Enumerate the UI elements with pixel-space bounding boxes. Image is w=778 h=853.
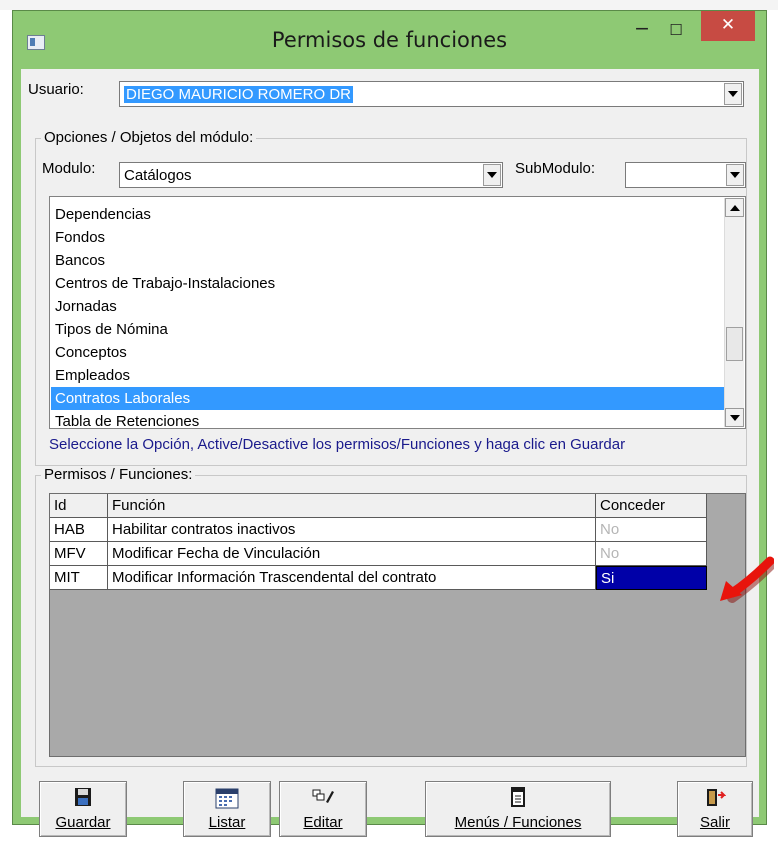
modulo-label: Modulo: [42,160,96,177]
column-header-funcion: Función [108,494,596,518]
list-item[interactable]: Empleados [55,364,130,387]
exit-door-icon [678,787,752,809]
list-item[interactable]: Centros de Trabajo-Instalaciones [55,272,275,295]
submodulo-dropdown-button[interactable] [726,164,744,186]
row-funcion-cell[interactable]: Habilitar contratos inactivos [108,518,596,542]
opciones-group-title: Opciones / Objetos del módulo: [41,129,257,146]
permisos-window: Permisos de funciones ‒ ☐ ✕ Usuario: DIE… [12,10,767,837]
row-id-cell[interactable]: MIT [50,566,108,590]
opciones-listbox[interactable]: Dependencias Fondos Bancos Centros de Tr… [49,196,746,429]
column-header-conceder: Conceder [596,494,707,518]
document-menu-icon [426,787,610,809]
listbox-scrollbar[interactable] [724,198,744,427]
list-item[interactable]: Conceptos [55,341,127,364]
list-item-selected[interactable]: Contratos Laborales [51,387,725,410]
row-funcion-cell[interactable]: Modificar Fecha de Vinculación [108,542,596,566]
edit-pencil-icon [280,787,366,809]
instruction-hint: Seleccione la Opción, Active/Desactive l… [49,436,626,453]
salir-button[interactable]: Salir [677,781,753,837]
window-client-area: Usuario: DIEGO MAURICIO ROMERO DR Opcion… [21,69,759,837]
usuario-value: DIEGO MAURICIO ROMERO DR [124,86,354,103]
listar-label: Listar [208,814,246,831]
modulo-dropdown-button[interactable] [483,164,501,186]
scroll-up-button[interactable] [725,198,744,217]
list-item[interactable]: Dependencias [55,203,151,226]
list-item[interactable]: Tabla de Retenciones [55,410,199,428]
column-header-id: Id [50,494,108,518]
row-id-cell[interactable]: MFV [50,542,108,566]
row-funcion-cell[interactable]: Modificar Información Trascendental del … [108,566,596,590]
submodulo-combo[interactable] [625,162,746,188]
list-item[interactable]: Tipos de Nómina [55,318,168,341]
menus-funciones-button[interactable]: Menús / Funciones [425,781,611,837]
chevron-down-icon [729,414,740,421]
close-button[interactable]: ✕ [701,11,755,41]
minimize-button[interactable]: ‒ [629,18,655,43]
list-item[interactable]: Fondos [55,226,105,249]
row-id-cell[interactable]: HAB [50,518,108,542]
listar-button[interactable]: Listar [183,781,271,837]
modulo-value: Catálogos [124,167,192,184]
scroll-down-button[interactable] [725,408,744,427]
title-bar: Permisos de funciones ‒ ☐ ✕ [13,11,766,69]
permisos-group-title: Permisos / Funciones: [41,466,196,483]
row-conceder-cell-granted[interactable]: Si [596,566,707,590]
usuario-dropdown-button[interactable] [724,83,742,105]
usuario-combo[interactable]: DIEGO MAURICIO ROMERO DR [119,81,744,107]
row-conceder-cell[interactable]: No [596,542,707,566]
floppy-disk-icon [40,787,126,809]
calendar-list-icon [184,787,270,809]
chevron-down-icon [728,91,738,97]
modulo-combo[interactable]: Catálogos [119,162,503,188]
chevron-up-icon [729,204,740,211]
menus-funciones-label: Menús / Funciones [454,814,582,831]
submodulo-label: SubModulo: [515,160,596,177]
list-item[interactable]: Jornadas [55,295,117,318]
guardar-button[interactable]: Guardar [39,781,127,837]
chevron-down-icon [487,172,497,178]
chevron-down-icon [730,172,740,178]
salir-label: Salir [699,814,730,831]
row-conceder-cell[interactable]: No [596,518,707,542]
background-strip [0,0,778,10]
permisos-grid: Id Función Conceder HAB Habilitar contra… [49,493,746,757]
scroll-thumb[interactable] [726,327,743,361]
editar-label: Editar [303,814,343,831]
usuario-label: Usuario: [28,81,84,98]
editar-button[interactable]: Editar [279,781,367,837]
list-item[interactable]: Bancos [55,249,105,272]
maximize-button[interactable]: ☐ [663,21,689,43]
guardar-label: Guardar [55,814,111,831]
red-arrow-icon [720,556,774,603]
